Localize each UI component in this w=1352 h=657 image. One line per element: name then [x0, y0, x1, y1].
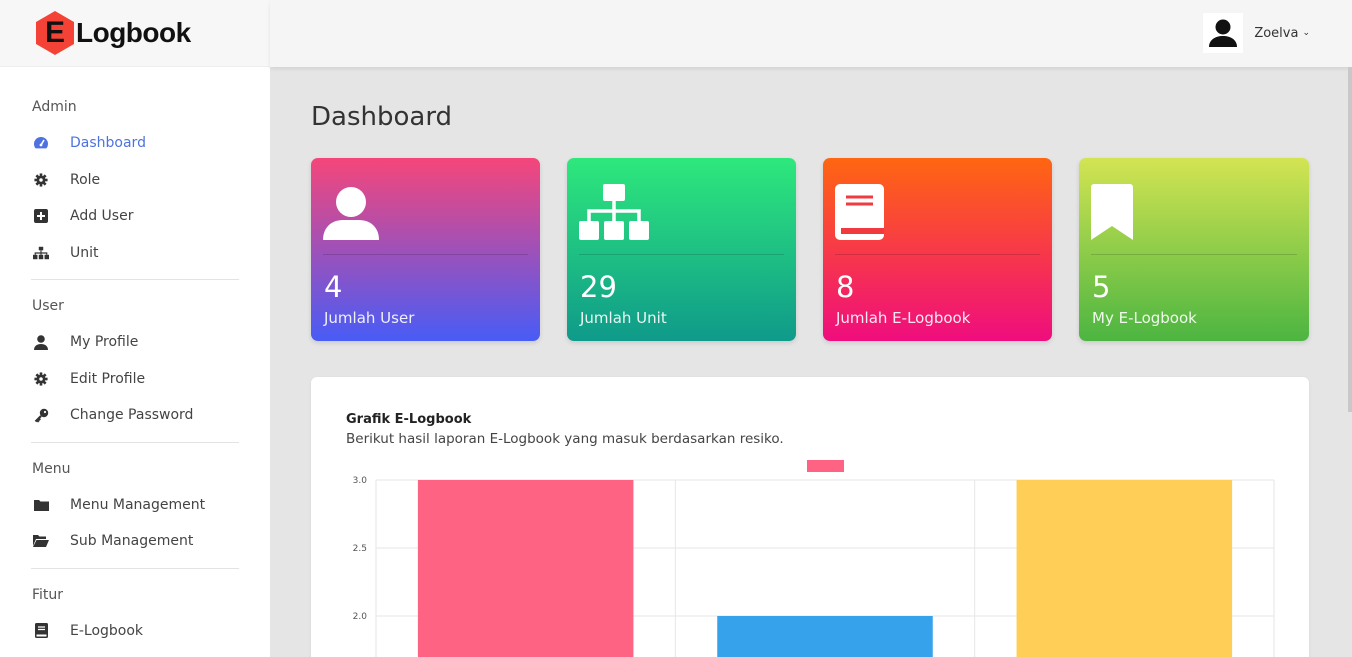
sidebar-item-add-user[interactable]: Add User: [0, 198, 270, 235]
bookmark-icon: [1091, 184, 1133, 244]
sidebar-item-unit[interactable]: Unit: [0, 235, 270, 272]
sidebar-item-label: Role: [70, 171, 101, 188]
card-label: My E-Logbook: [1092, 309, 1197, 327]
y-tick-label: 3.0: [353, 476, 368, 486]
sitemap-icon: [33, 245, 49, 261]
page-title: Dashboard: [311, 102, 453, 132]
user-avatar-icon: [1209, 19, 1238, 47]
topbar: Zoelva ⌄: [270, 0, 1352, 67]
chevron-down-icon: ⌄: [1302, 28, 1310, 38]
book-icon: [835, 184, 884, 244]
card-value: 4: [324, 270, 343, 304]
card-divider: [323, 254, 528, 255]
plus-square-icon: [33, 208, 49, 224]
key-icon: [33, 407, 49, 423]
sidebar-item-label: Menu Management: [70, 496, 206, 513]
menu-divider: [31, 279, 239, 280]
dashboard-icon: [33, 135, 49, 151]
sidebar-menu: Admin Dashboard Role Add User Unit User …: [0, 67, 270, 649]
card-label: Jumlah E-Logbook: [836, 309, 971, 327]
sidebar: E Logbook Admin Dashboard Role Add User: [0, 0, 270, 657]
user-icon: [33, 334, 49, 350]
menu-heading-fitur: Fitur: [32, 586, 64, 603]
sidebar-item-edit-profile[interactable]: Edit Profile: [0, 361, 270, 398]
card-my-e-logbook[interactable]: 5 My E-Logbook: [1079, 158, 1309, 341]
sidebar-item-label: Edit Profile: [70, 370, 146, 387]
user-name: Zoelva: [1254, 25, 1299, 41]
sidebar-item-role[interactable]: Role: [0, 162, 270, 199]
sidebar-item-label: Sub Management: [70, 533, 194, 550]
card-jumlah-user[interactable]: 4 Jumlah User: [311, 158, 540, 341]
y-tick-label: 2.0: [353, 612, 368, 622]
menu-heading-menu: Menu: [32, 460, 71, 477]
folder-open-icon: [33, 533, 49, 549]
sidebar-item-e-logbook[interactable]: E-Logbook: [0, 613, 270, 650]
card-jumlah-unit[interactable]: 29 Jumlah Unit: [567, 158, 796, 341]
card-value: 29: [580, 270, 617, 304]
avatar[interactable]: [1203, 13, 1244, 53]
menu-divider: [31, 567, 239, 569]
chart-panel: Grafik E-Logbook Berikut hasil laporan E…: [311, 377, 1309, 657]
user-icon: [323, 184, 379, 244]
card-jumlah-e-logbook[interactable]: 8 Jumlah E-Logbook: [823, 158, 1052, 341]
sidebar-item-change-password[interactable]: Change Password: [0, 397, 270, 434]
sidebar-item-menu-management[interactable]: Menu Management: [0, 487, 270, 524]
folder-icon: [33, 497, 49, 513]
sidebar-item-label: E-Logbook: [70, 622, 144, 639]
sidebar-item-label: Add User: [70, 208, 134, 225]
sidebar-item-label: Dashboard: [70, 135, 146, 152]
logo-hexagon: E: [34, 10, 76, 56]
bar: [717, 616, 933, 657]
brand-name: Logbook: [76, 17, 191, 48]
scrollbar[interactable]: [1348, 67, 1352, 412]
card-label: Jumlah User: [324, 309, 415, 327]
sitemap-icon: [579, 184, 649, 244]
bar-chart: 3.0 2.5 2.0: [353, 460, 1275, 657]
bar: [417, 480, 634, 657]
card-label: Jumlah Unit: [580, 309, 667, 327]
card-divider: [1091, 254, 1297, 255]
card-divider: [579, 254, 784, 255]
brand-logo[interactable]: E Logbook: [0, 0, 270, 67]
card-divider: [835, 254, 1040, 255]
sidebar-item-label: My Profile: [70, 334, 139, 351]
y-tick-label: 2.5: [353, 544, 367, 554]
sidebar-item-label: Unit: [70, 244, 99, 261]
user-menu[interactable]: Zoelva ⌄: [1203, 13, 1310, 53]
menu-divider: [31, 441, 239, 443]
book-icon: [33, 623, 49, 639]
menu-heading-user: User: [32, 298, 64, 314]
legend-swatch: [807, 460, 844, 472]
gear-icon: [33, 172, 49, 188]
gear-icon: [33, 371, 49, 387]
sidebar-item-sub-management[interactable]: Sub Management: [0, 523, 270, 560]
brand-letter: E: [44, 16, 65, 49]
card-value: 8: [836, 270, 855, 304]
sidebar-item-dashboard[interactable]: Dashboard: [0, 125, 270, 162]
sidebar-item-my-profile[interactable]: My Profile: [0, 324, 270, 361]
sidebar-item-label: Change Password: [70, 407, 194, 424]
menu-heading-admin: Admin: [32, 99, 77, 115]
card-value: 5: [1092, 270, 1111, 304]
bar: [1016, 480, 1233, 657]
